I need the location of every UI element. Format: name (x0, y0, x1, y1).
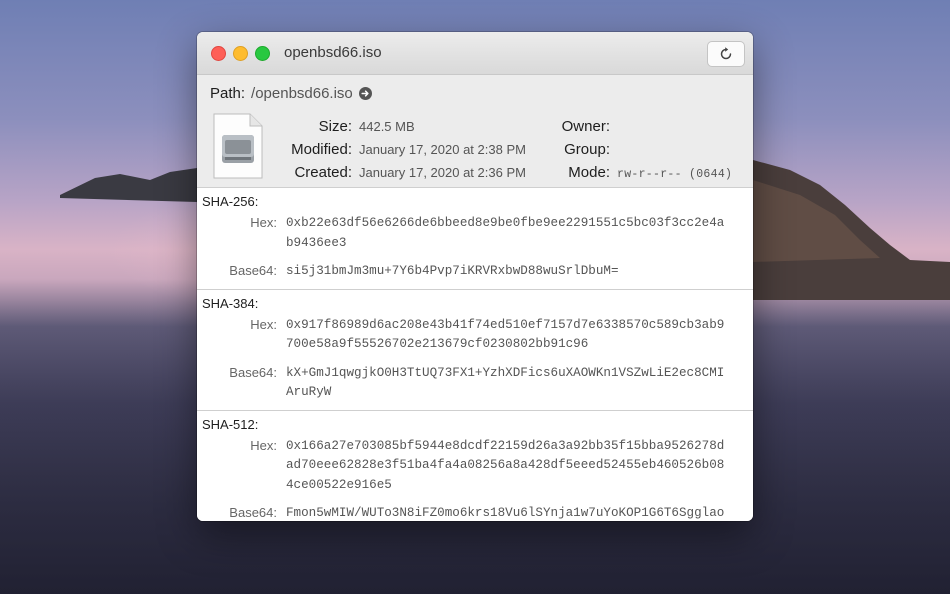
title-bar[interactable]: openbsd66.iso (197, 32, 753, 75)
path-value: /openbsd66.iso (251, 85, 353, 102)
minimize-button[interactable] (233, 46, 248, 61)
size-row: Size: 442.5 MB (293, 118, 415, 135)
owner-row: Owner: (547, 118, 617, 135)
reload-icon (720, 47, 732, 60)
sha256-hex-value[interactable]: 0xb22e63df56e6266de6bbeed8e9be0fbe9ee229… (286, 214, 726, 253)
group-label: Group: (564, 141, 610, 158)
hex-label: Hex: (250, 437, 277, 453)
close-button[interactable] (211, 46, 226, 61)
modified-value: January 17, 2020 at 2:38 PM (359, 142, 526, 157)
base64-row: Base64: Fmon5wMIW/WUTo3N8iFZ0mo6krs18Vu6… (197, 504, 753, 521)
created-label: Created: (294, 164, 352, 181)
owner-label: Owner: (561, 118, 610, 135)
path-row: Path: /openbsd66.iso (210, 85, 372, 102)
sha512-hex-value[interactable]: 0x166a27e703085bf5944e8dcdf22159d26a3a92… (286, 437, 726, 496)
sha384-base64-value[interactable]: kX+GmJ1qwgjkO0H3TtUQ73FX1+YzhXDFics6uXAO… (286, 364, 726, 403)
hex-row: Hex: 0x166a27e703085bf5944e8dcdf22159d26… (197, 437, 753, 496)
sha256-base64-value[interactable]: si5j31bmJm3mu+7Y6b4Pvp7iKRVRxbwD88wuSrlD… (286, 262, 726, 282)
created-value: January 17, 2020 at 2:36 PM (359, 165, 526, 180)
modified-label: Modified: (291, 141, 352, 158)
modified-row: Modified: January 17, 2020 at 2:38 PM (273, 141, 526, 158)
base64-row: Base64: si5j31bmJm3mu+7Y6b4Pvp7iKRVRxbwD… (197, 262, 753, 282)
size-label: Size: (318, 118, 352, 135)
hash-title: SHA-512: (202, 416, 259, 432)
window-title: openbsd66.iso (284, 44, 382, 61)
size-value: 442.5 MB (359, 119, 415, 134)
mode-row: Mode: rw-r--r-- (0644) (547, 164, 732, 181)
hash-list: SHA-256: Hex: 0xb22e63df56e6266de6bbeed8… (197, 188, 753, 521)
zoom-button[interactable] (255, 46, 270, 61)
sha384-section: SHA-384: Hex: 0x917f86989d6ac208e43b41f7… (197, 290, 753, 411)
base64-label: Base64: (229, 364, 277, 380)
disk-image-icon (213, 113, 263, 179)
file-info-panel: Path: /openbsd66.iso Size: 442.5 MB Modi… (197, 75, 753, 188)
hex-label: Hex: (250, 215, 277, 230)
arrow-circle-right-icon[interactable] (358, 87, 372, 100)
hash-title: SHA-384: (202, 295, 259, 311)
hex-label: Hex: (250, 316, 277, 332)
base64-label: Base64: (229, 263, 277, 278)
hex-row: Hex: 0xb22e63df56e6266de6bbeed8e9be0fbe9… (197, 214, 753, 253)
created-row: Created: January 17, 2020 at 2:36 PM (273, 164, 526, 181)
reload-button[interactable] (707, 41, 745, 67)
base64-label: Base64: (229, 505, 277, 520)
hash-title: SHA-256: (202, 194, 259, 209)
sha512-base64-value[interactable]: Fmon5wMIW/WUTo3N8iFZ0mo6krs18Vu6lSYnja1w… (286, 504, 726, 521)
sha384-hex-value[interactable]: 0x917f86989d6ac208e43b41f74ed510ef7157d7… (286, 316, 726, 355)
mode-label: Mode: (568, 164, 610, 181)
path-label: Path: (210, 85, 246, 102)
hash-window: openbsd66.iso Path: /openbsd66.iso Size:… (197, 32, 753, 521)
sha512-section: SHA-512: Hex: 0x166a27e703085bf5944e8dcd… (197, 411, 753, 522)
group-row: Group: (547, 141, 617, 158)
mode-value: rw-r--r-- (0644) (617, 168, 733, 181)
sha256-section: SHA-256: Hex: 0xb22e63df56e6266de6bbeed8… (197, 188, 753, 290)
hex-row: Hex: 0x917f86989d6ac208e43b41f74ed510ef7… (197, 316, 753, 355)
base64-row: Base64: kX+GmJ1qwgjkO0H3TtUQ73FX1+YzhXDF… (197, 364, 753, 403)
